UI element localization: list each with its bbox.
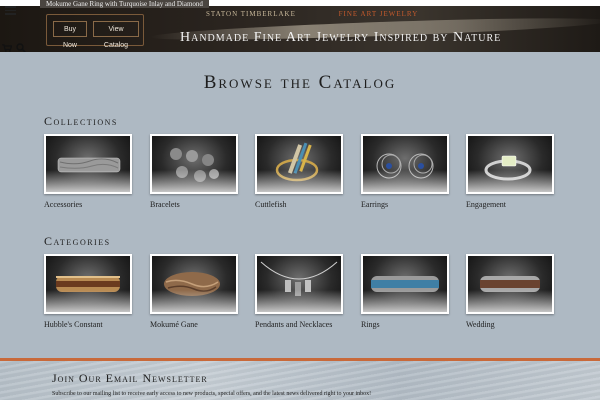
product-notice[interactable]: Mokume Gane Ring with Turquoise Inlay an… [40,0,209,8]
hamburger-icon[interactable] [5,6,16,15]
collection-tile-earrings[interactable] [361,134,449,194]
collection-label-accessories[interactable]: Accessories [44,200,82,209]
collection-label-bracelets[interactable]: Bracelets [150,200,180,209]
category-tile-rings[interactable] [361,254,449,314]
collection-tile-engagement[interactable] [466,134,554,194]
buy-now-button[interactable]: Buy Now [53,21,87,49]
search-icon[interactable] [16,43,26,52]
newsletter-description: Subscribe to our mailing list to receive… [52,391,372,397]
category-tile-pendants-necklaces[interactable] [255,254,343,314]
category-label-hubbles-constant[interactable]: Hubble's Constant [44,320,103,329]
newsletter-title: Join Our Email Newsletter [52,371,208,385]
category-tile-hubbles-constant[interactable] [44,254,132,314]
collection-label-engagement[interactable]: Engagement [466,200,506,209]
collections-heading: Collections [44,114,118,128]
category-label-rings[interactable]: Rings [361,320,380,329]
category-label-pendants-necklaces[interactable]: Pendants and Necklaces [255,320,332,329]
collection-tile-bracelets[interactable] [150,134,238,194]
hero-button-group: Buy Now View Catalog [46,14,144,49]
collection-label-earrings[interactable]: Earrings [361,200,388,209]
categories-heading: Categories [44,234,111,248]
collection-label-cuttlefish[interactable]: Cuttlefish [255,200,287,209]
brand-name: STATON TIMBERLAKE [206,10,296,18]
category-tile-wedding[interactable] [466,254,554,314]
view-catalog-button[interactable]: View Catalog [93,21,139,49]
newsletter-section: Join Our Email Newsletter Subscribe to o… [0,358,600,400]
brand-logo-text[interactable]: STATON TIMBERLAKE FINE ART JEWELRY [206,10,418,18]
page-title: Browse the Catalog [203,72,397,93]
collection-tile-accessories[interactable] [44,134,132,194]
category-label-mokume-gane[interactable]: Mokumé Gane [150,320,198,329]
category-label-wedding[interactable]: Wedding [466,320,495,329]
cart-icon[interactable] [2,44,12,52]
site-tagline: Handmade Fine Art Jewelry Inspired by Na… [180,30,502,45]
category-tile-mokume-gane[interactable] [150,254,238,314]
collection-tile-cuttlefish[interactable] [255,134,343,194]
site-header: Mokume Gane Ring with Turquoise Inlay an… [0,0,600,52]
brand-subtitle: FINE ART JEWELRY [338,10,419,18]
